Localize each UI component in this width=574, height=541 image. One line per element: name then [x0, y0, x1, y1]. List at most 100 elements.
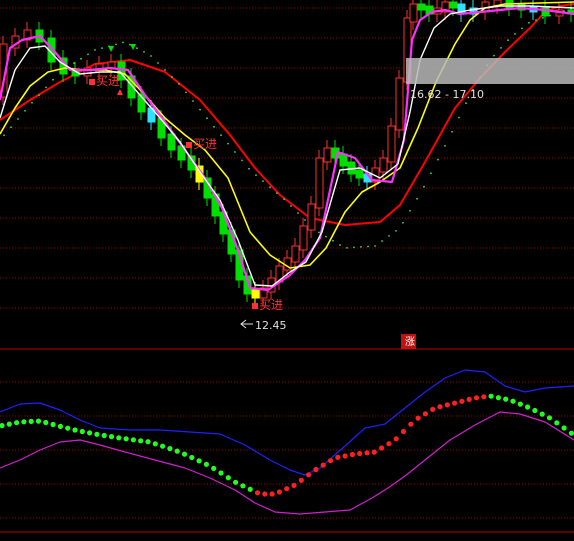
sub-dot [167, 446, 173, 452]
sub-dot [459, 398, 465, 404]
band-dot [381, 240, 383, 242]
sub-dot [437, 404, 443, 410]
band-dot [234, 151, 236, 153]
band-dot [297, 212, 299, 214]
band-dot [318, 231, 320, 234]
sub-dot [422, 411, 428, 417]
sub-dot [79, 428, 85, 435]
candle-body [387, 125, 396, 163]
band-dot [423, 185, 425, 188]
band-dot [17, 118, 19, 120]
ma-red-path [0, 3, 574, 226]
buy-marker-2 [89, 79, 95, 85]
sub-dot [525, 404, 531, 410]
sub-dot [0, 423, 5, 429]
band-dot [409, 209, 411, 212]
band-dot [199, 108, 201, 111]
sub-dot [371, 449, 377, 455]
sub-dot [568, 430, 574, 436]
sub-indicator [0, 369, 574, 515]
band-dot [416, 197, 418, 200]
band-dot [52, 78, 54, 81]
band-dot [388, 235, 390, 237]
signal-triangle-down-2 [130, 44, 136, 50]
sub-dot [50, 421, 56, 428]
sub-dot [28, 418, 34, 424]
sub-dot [152, 441, 158, 447]
sub-dot [269, 491, 275, 497]
sub-dot [123, 436, 129, 442]
ma-magenta-path [0, 6, 574, 292]
sub-dot [554, 420, 560, 426]
sub-dot [108, 434, 115, 440]
sub-dot [94, 431, 100, 437]
moving-averages [0, 1, 574, 292]
sub-dot [21, 419, 27, 425]
band-dot [458, 116, 460, 119]
band-dot [87, 53, 89, 56]
band-dot [367, 245, 369, 248]
sub-dot [254, 490, 261, 496]
ma-white-path [0, 5, 574, 287]
candle-body [307, 203, 316, 231]
stock-chart: 买进 买进 买进 12.45 16.62 - 17.10 涨 [0, 0, 574, 533]
sub-dot [291, 482, 297, 488]
sub-dot [400, 428, 407, 435]
sub-dot [203, 461, 209, 467]
band-dot [157, 62, 159, 64]
sub-dot [65, 425, 71, 431]
sub-dot [539, 411, 545, 417]
band-dot [38, 94, 40, 96]
buy-marker-3 [252, 303, 258, 309]
sub-dot [488, 393, 494, 399]
sub-dot [189, 454, 195, 461]
band-dot [10, 126, 12, 129]
candlesticks [0, 0, 574, 306]
band-dot [437, 158, 439, 161]
sub-dot [218, 470, 224, 476]
sub-dot [145, 439, 151, 445]
band-dot [493, 54, 495, 57]
sub-dot [196, 458, 202, 464]
band-dot [178, 83, 180, 85]
sub-dot [481, 394, 487, 400]
band-dot [164, 69, 166, 71]
signal-triangle-down-1 [108, 46, 114, 52]
buy-signal-label-1: 买进 [193, 137, 217, 151]
band-dot [276, 192, 278, 195]
sub-dot [495, 395, 501, 401]
band-dot [45, 86, 47, 89]
band-dot [360, 246, 362, 248]
sub-dot [57, 423, 64, 429]
band-dot [143, 51, 145, 53]
candle-body [299, 225, 308, 251]
sub-dot [466, 396, 472, 402]
sub-dot [386, 441, 392, 447]
band-dot [185, 91, 187, 94]
band-dot [346, 247, 348, 249]
sub-dot [262, 491, 268, 497]
band-dot [31, 101, 33, 104]
sub-dot [327, 458, 334, 464]
band-dot [206, 117, 208, 120]
sub-dot [393, 436, 399, 442]
sub-dot [240, 483, 246, 489]
sub-dot [408, 421, 414, 427]
band-dot [507, 39, 509, 42]
sub-dot [174, 448, 180, 454]
band-dot [255, 174, 257, 177]
buy-signal-label-2: 买进 [96, 74, 120, 88]
sub-lower-line [0, 411, 574, 515]
band-dot [353, 246, 355, 249]
band-dot [3, 134, 5, 137]
sub-dot [546, 415, 553, 421]
band-dot [248, 167, 250, 170]
band-dot [122, 41, 124, 44]
candle-body [291, 245, 300, 263]
band-dot [325, 235, 327, 238]
band-dot [304, 219, 306, 221]
band-dot [171, 76, 173, 78]
low-price-label: 12.45 [255, 319, 287, 332]
sub-dot [130, 437, 136, 443]
sub-dot [211, 465, 217, 471]
